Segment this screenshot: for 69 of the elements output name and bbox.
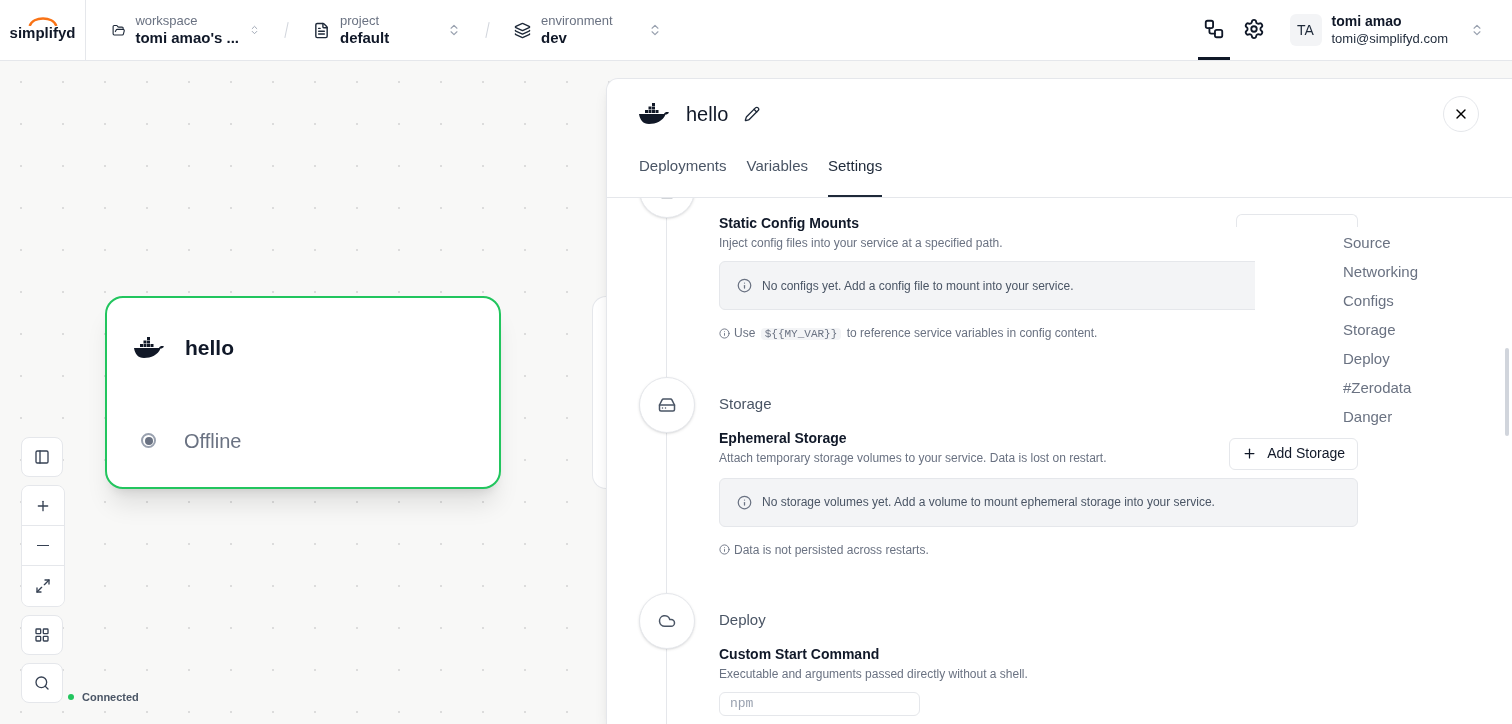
node-title: hello [185, 335, 234, 361]
layout-button[interactable] [21, 615, 63, 655]
plus-icon [1242, 446, 1258, 461]
context-selector[interactable]: workspace tomi amao's ... [86, 12, 286, 48]
workflow-icon [1202, 17, 1225, 40]
gear-icon [1242, 17, 1265, 40]
whale-icon [133, 336, 165, 359]
fit-view-button[interactable] [22, 566, 64, 606]
document-icon [313, 21, 330, 39]
selector-label: workspace [135, 12, 199, 29]
service-node[interactable] [592, 296, 606, 489]
status-radio-icon [141, 433, 156, 448]
info-icon [719, 544, 730, 555]
rename-button[interactable] [744, 106, 761, 122]
user-avatar: TA [1289, 14, 1322, 46]
layers-icon [514, 21, 531, 39]
expand-icon [35, 578, 51, 594]
grid-icon [34, 627, 50, 643]
info-icon [719, 327, 730, 339]
empty-state-text: No storage volumes yet. Add a volume to mount ephemeral storage into your service. [762, 494, 1215, 511]
add-button[interactable]: Add Storage [1229, 437, 1358, 470]
block-title: Ephemeral Storage [719, 428, 848, 448]
zoom-in-button[interactable] [22, 486, 64, 526]
sidebar-icon [34, 449, 50, 465]
section-nav-link[interactable]: Storage [1343, 315, 1501, 344]
logo: simplifyd [9, 22, 76, 43]
panel-title: hello [686, 102, 729, 127]
selector-value: dev [541, 28, 568, 48]
selector-label: project [340, 12, 381, 29]
section-nav-link[interactable]: Configs [1343, 286, 1501, 315]
note-text: Data is not persisted across restarts. [734, 541, 929, 559]
panel-tab[interactable]: Variables [746, 154, 808, 197]
sidebar-toggle-button[interactable] [21, 437, 63, 477]
note-text: Use ${{MY_VAR}} to reference service variables in config content. [734, 325, 1098, 342]
start-command-field[interactable]: npm [719, 691, 920, 716]
user-name: tomi amao [1331, 13, 1403, 31]
block-description: Inject config files into your service at a specified path. [719, 235, 1003, 252]
section-title: Storage [719, 394, 772, 415]
block-description: Executable and arguments passed directly without a shell. [719, 665, 1028, 683]
empty-state-text: No configs yet. Add a config file to mount into your service. [762, 277, 1074, 295]
context-selector[interactable]: project default [287, 12, 487, 48]
connection-status: Connected [82, 690, 139, 705]
section-nav-link[interactable]: Deploy [1343, 344, 1501, 373]
search-button[interactable] [21, 663, 63, 703]
user-menu[interactable]: TA tomi amao tomi@simplifyd.com [1289, 13, 1484, 47]
section-nav-link[interactable]: Danger [1343, 402, 1501, 431]
section-nav-link[interactable]: Source [1343, 228, 1501, 257]
block-title: Custom Start Command [719, 644, 881, 664]
search-icon [34, 675, 50, 691]
info-icon [737, 278, 752, 293]
selector-value: default [340, 28, 391, 48]
info-icon [737, 494, 752, 510]
node-status: Offline [184, 428, 242, 454]
block-title: Static Config Mounts [719, 214, 860, 233]
hard-drive-icon [658, 395, 676, 414]
section-title: Deploy [719, 610, 766, 631]
whale-icon [638, 103, 670, 125]
block-description: Attach temporary storage volumes to your service. Data is lost on restart. [719, 449, 1107, 467]
section-nav-link[interactable]: #Zerodata [1343, 373, 1501, 402]
selector-value: tomi amao's ... [135, 28, 239, 48]
section-nav-link[interactable]: Networking [1343, 257, 1501, 286]
context-selector[interactable]: environment dev [488, 12, 688, 48]
user-email: tomi@simplifyd.com [1331, 30, 1448, 47]
panel-tab[interactable]: Deployments [639, 154, 727, 197]
chevrons-icon [249, 23, 260, 37]
service-node[interactable]: hello Offline [105, 296, 501, 489]
minus-icon [37, 544, 49, 547]
selector-label: environment [541, 12, 614, 29]
panel-tab[interactable]: Settings [827, 154, 883, 197]
